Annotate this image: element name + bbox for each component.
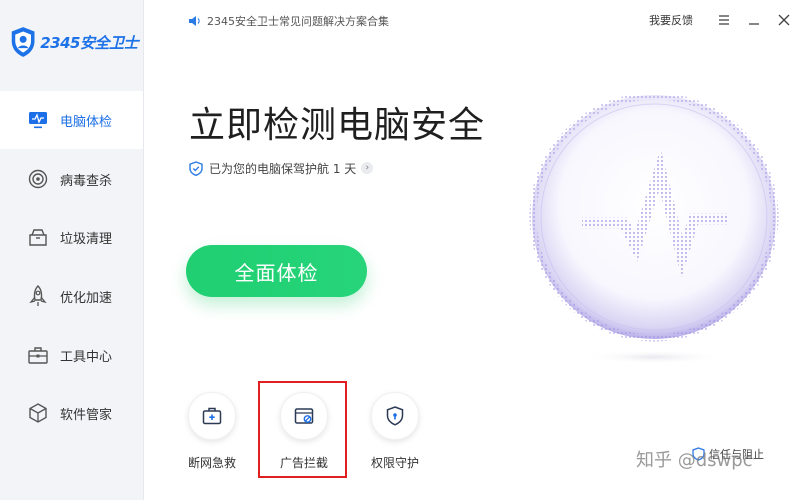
sidebar-item-label: 优化加速 <box>60 290 113 306</box>
sidebar-item-label: 病毒查杀 <box>60 173 113 189</box>
monitor-icon <box>27 109 49 131</box>
minimize-icon[interactable] <box>746 12 762 28</box>
trash-box-icon <box>27 226 49 248</box>
shield-icon <box>692 447 705 461</box>
shield-logo-icon <box>11 27 35 57</box>
notice-text: 2345安全卫士常见问题解决方案合集 <box>207 15 389 28</box>
tool-permission-guard[interactable]: 权限守护 <box>364 392 426 472</box>
sidebar: 2345安全卫士 电脑体检 病毒查杀 垃圾清理 优化加速 工具中心 软件管家 <box>0 0 144 500</box>
tool-network-rescue[interactable]: 断网急救 <box>181 392 243 472</box>
tool-label: 权限守护 <box>370 456 419 470</box>
sidebar-item-label: 工具中心 <box>60 349 113 365</box>
ad-block-icon <box>294 408 314 424</box>
sidebar-item-junk-clean[interactable]: 垃圾清理 <box>0 208 143 266</box>
sidebar-item-label: 电脑体检 <box>60 114 113 130</box>
cube-icon <box>27 402 49 424</box>
toolbox-icon <box>27 344 49 366</box>
speaker-icon <box>189 16 200 26</box>
sidebar-item-pc-checkup[interactable]: 电脑体检 <box>0 91 143 149</box>
menu-icon[interactable] <box>716 12 732 28</box>
tool-icon-circle <box>188 392 236 440</box>
app-logo: 2345安全卫士 <box>10 22 138 62</box>
trust-text: 信任与阻止 <box>709 448 764 461</box>
close-icon[interactable] <box>776 12 792 28</box>
status-orb-graphic <box>529 95 779 364</box>
sidebar-item-label: 软件管家 <box>60 407 113 423</box>
sidebar-item-optimize[interactable]: 优化加速 <box>0 267 143 325</box>
chevron-right-icon: › <box>361 162 374 174</box>
status-text: 已为您的电脑保驾护航 1 天 <box>209 161 357 176</box>
sidebar-item-label: 垃圾清理 <box>60 231 113 247</box>
target-icon <box>27 168 49 190</box>
shield-check-icon <box>189 160 203 176</box>
full-scan-button[interactable]: 全面体检 <box>186 245 367 297</box>
tool-icon-circle <box>280 392 328 440</box>
tool-icon-circle <box>371 392 419 440</box>
feedback-link[interactable]: 我要反馈 <box>649 12 693 28</box>
logo-text: 2345安全卫士 <box>40 33 138 52</box>
sidebar-item-virus-scan[interactable]: 病毒查杀 <box>0 150 143 208</box>
first-aid-icon <box>202 407 222 425</box>
sidebar-item-tool-center[interactable]: 工具中心 <box>0 326 143 384</box>
tool-ad-block[interactable]: 广告拦截 <box>273 392 335 472</box>
page-title: 立即检测电脑安全 <box>189 105 486 146</box>
tool-label: 广告拦截 <box>279 456 328 470</box>
protection-status[interactable]: 已为您的电脑保驾护航 1 天 › <box>189 159 374 177</box>
shield-lock-icon <box>386 406 404 426</box>
faq-notice[interactable]: 2345安全卫士常见问题解决方案合集 <box>188 12 389 30</box>
rocket-icon <box>27 285 49 307</box>
trust-block-link[interactable]: 信任与阻止 <box>692 446 764 462</box>
sidebar-item-software-manager[interactable]: 软件管家 <box>0 384 143 442</box>
tool-label: 断网急救 <box>187 456 236 470</box>
